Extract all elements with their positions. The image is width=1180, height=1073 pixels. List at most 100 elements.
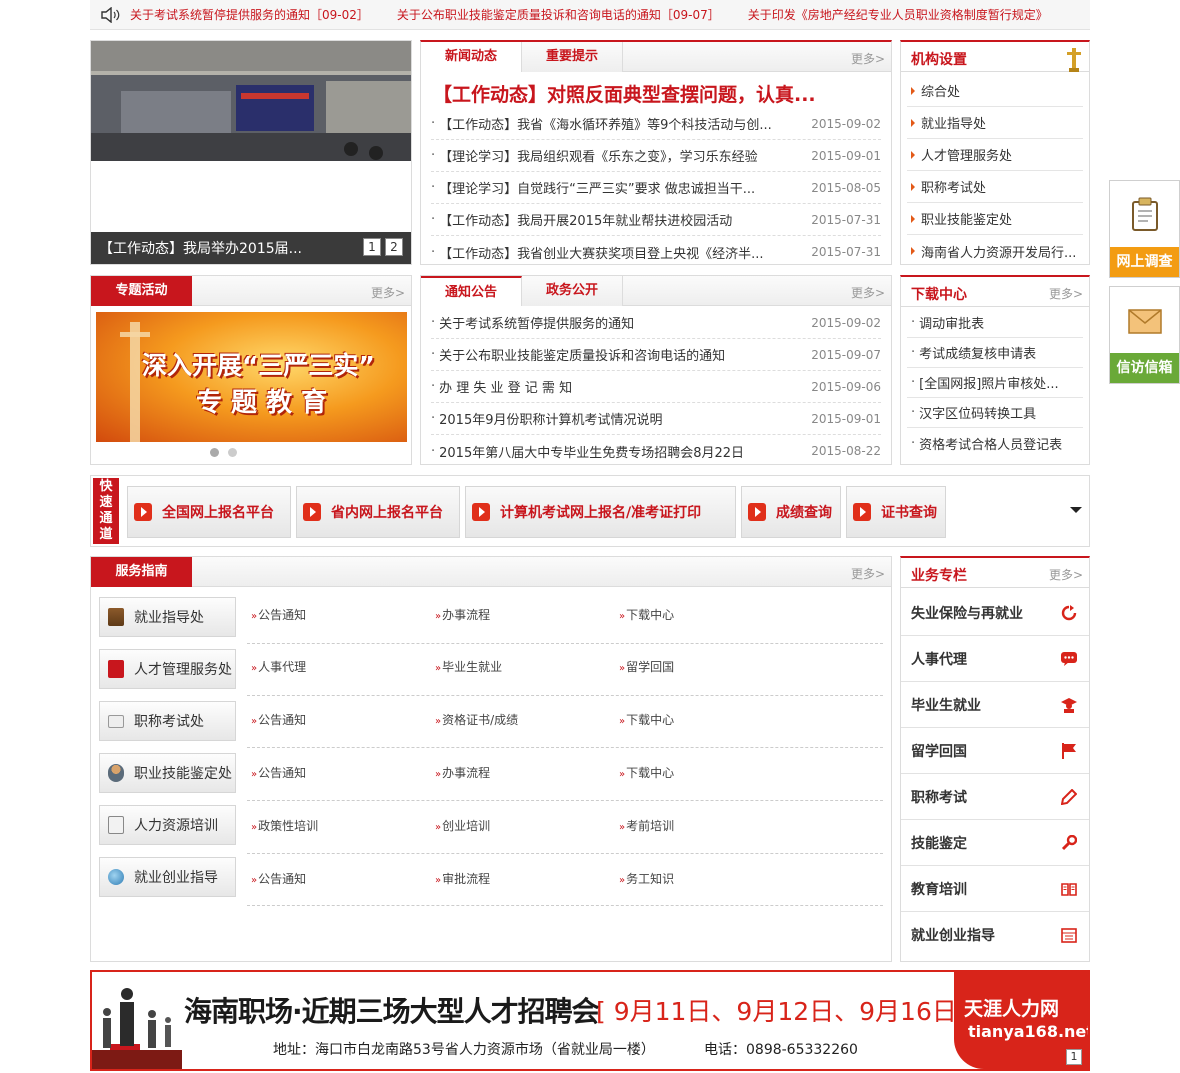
org-item[interactable]: 人才管理服务处 — [907, 139, 1083, 171]
slider-page-2[interactable]: 2 — [385, 238, 403, 256]
notice-title[interactable]: 办 理 失 业 登 记 需 知 — [439, 377, 801, 396]
guide-link-label[interactable]: 公告通知 — [258, 766, 306, 780]
guide-link-label[interactable]: 务工知识 — [626, 872, 674, 886]
quick-button-certificate[interactable]: 证书查询 — [846, 486, 946, 538]
download-item[interactable]: · 考试成绩复核申请表 — [907, 338, 1083, 368]
download-item-label[interactable]: 调动审批表 — [919, 313, 1083, 332]
guide-link-label[interactable]: 毕业生就业 — [442, 660, 502, 674]
business-more-link[interactable]: 更多> — [1049, 566, 1083, 583]
org-item-label[interactable]: 职业技能鉴定处 — [921, 209, 1083, 228]
marquee-item[interactable]: 关于印发《房地产经纪专业人员职业资格制度暂行规定》 — [748, 6, 1048, 23]
job-fair-banner[interactable]: 海南职场·近期三场大型人才招聘会 [ 9月11日、9月12日、9月16日 ] 地… — [90, 970, 1090, 1071]
news-title[interactable]: 【理论学习】自觉践行“三严三实”要求 做忠诚担当干... — [439, 178, 801, 197]
tab-important[interactable]: 重要提示 — [522, 42, 623, 72]
photo-slider[interactable]: 【工作动态】我局举办2015届... 1 2 — [90, 40, 412, 265]
business-item[interactable]: 教育培训 — [901, 866, 1089, 912]
news-title[interactable]: 【工作动态】我省创业大赛获奖项目登上央视《经济半... — [439, 243, 801, 262]
notice-item[interactable]: · 关于考试系统暂停提供服务的通知 2015-09-02 — [431, 307, 881, 339]
download-item[interactable]: · [全国网报]照片审核处... — [907, 368, 1083, 398]
expand-arrow-icon[interactable] — [1070, 507, 1082, 513]
notice-item[interactable]: · 2015年9月份职称计算机考试情况说明 2015-09-01 — [431, 403, 881, 435]
business-item[interactable]: 职称考试 — [901, 774, 1089, 820]
guide-title[interactable]: 服务指南 — [91, 557, 192, 587]
guide-training[interactable]: 人力资源培训 — [99, 805, 236, 845]
org-item-label[interactable]: 人才管理服务处 — [921, 145, 1083, 164]
guide-link-label[interactable]: 考前培训 — [626, 819, 674, 833]
guide-link[interactable]: »公告通知 — [251, 764, 306, 781]
org-item-label[interactable]: 职称考试处 — [921, 177, 1083, 196]
quick-button-scores[interactable]: 成绩查询 — [741, 486, 841, 538]
org-item[interactable]: 海南省人力资源开发局行... — [907, 235, 1083, 267]
notice-item[interactable]: · 关于公布职业技能鉴定质量投诉和咨询电话的通知 2015-09-07 — [431, 339, 881, 371]
guide-link-label[interactable]: 公告通知 — [258, 713, 306, 727]
guide-link-label[interactable]: 创业培训 — [442, 819, 490, 833]
org-item-label[interactable]: 就业指导处 — [921, 113, 1083, 132]
news-headline[interactable]: 【工作动态】对照反面典型查摆问题，认真... — [433, 80, 816, 107]
news-item[interactable]: · 【工作动态】我省《海水循环养殖》等9个科技活动与创... 2015-09-02 — [431, 108, 881, 140]
download-item[interactable]: · 资格考试合格人员登记表 — [907, 428, 1083, 458]
marquee-item[interactable]: 关于考试系统暂停提供服务的通知［09-02］ — [130, 6, 369, 23]
news-item[interactable]: · 【理论学习】我局组织观看《乐东之变》，学习乐东经验 2015-09-01 — [431, 140, 881, 172]
guide-link[interactable]: »政策性培训 — [251, 817, 318, 834]
guide-link-label[interactable]: 下载中心 — [626, 766, 674, 780]
guide-link[interactable]: »下载中心 — [619, 764, 674, 781]
news-item[interactable]: · 【工作动态】我局开展2015年就业帮扶进校园活动 2015-07-31 — [431, 204, 881, 236]
download-item[interactable]: · 调动审批表 — [907, 308, 1083, 338]
notice-title[interactable]: 关于考试系统暂停提供服务的通知 — [439, 313, 801, 332]
guide-link[interactable]: »毕业生就业 — [435, 658, 502, 675]
guide-link[interactable]: »公告通知 — [251, 711, 306, 728]
org-item[interactable]: 综合处 — [907, 75, 1083, 107]
tab-news[interactable]: 新闻动态 — [421, 42, 522, 72]
carousel-dot[interactable] — [228, 448, 237, 457]
tab-notices[interactable]: 通知公告 — [421, 276, 522, 306]
guide-link[interactable]: »资格证书/成绩 — [435, 711, 518, 728]
business-item[interactable]: 留学回国 — [901, 728, 1089, 774]
notice-item[interactable]: · 2015年第八届大中专毕业生免费专场招聘会8月22日 2015-08-22 — [431, 435, 881, 467]
guide-link-label[interactable]: 审批流程 — [442, 872, 490, 886]
quick-button-national[interactable]: 全国网上报名平台 — [127, 486, 291, 538]
guide-link-label[interactable]: 办事流程 — [442, 608, 490, 622]
special-title[interactable]: 专题活动 — [91, 276, 192, 306]
news-item[interactable]: · 【工作动态】我省创业大赛获奖项目登上央视《经济半... 2015-07-31 — [431, 236, 881, 268]
guide-link[interactable]: »下载中心 — [619, 711, 674, 728]
guide-talent[interactable]: 人才管理服务处 — [99, 649, 236, 689]
guide-link-label[interactable]: 公告通知 — [258, 608, 306, 622]
business-item[interactable]: 失业保险与再就业 — [901, 590, 1089, 636]
guide-link-label[interactable]: 人事代理 — [258, 660, 306, 674]
news-title[interactable]: 【工作动态】我局开展2015年就业帮扶进校园活动 — [439, 210, 801, 229]
guide-link-label[interactable]: 办事流程 — [442, 766, 490, 780]
notice-title[interactable]: 2015年第八届大中专毕业生免费专场招聘会8月22日 — [439, 442, 801, 461]
guide-link[interactable]: »审批流程 — [435, 870, 490, 887]
download-more-link[interactable]: 更多> — [1049, 285, 1083, 302]
guide-link-label[interactable]: 公告通知 — [258, 872, 306, 886]
guide-title-exam[interactable]: 职称考试处 — [99, 701, 236, 741]
guide-link[interactable]: »考前培训 — [619, 817, 674, 834]
slider-caption[interactable]: 【工作动态】我局举办2015届... — [99, 238, 302, 258]
guide-skills[interactable]: 职业技能鉴定处 — [99, 753, 236, 793]
tab-government[interactable]: 政务公开 — [522, 276, 623, 306]
notice-title[interactable]: 2015年9月份职称计算机考试情况说明 — [439, 409, 801, 428]
org-item[interactable]: 职称考试处 — [907, 171, 1083, 203]
guide-link[interactable]: »公告通知 — [251, 870, 306, 887]
guide-link[interactable]: »创业培训 — [435, 817, 490, 834]
guide-link-label[interactable]: 下载中心 — [626, 713, 674, 727]
guide-more-link[interactable]: 更多> — [851, 565, 885, 582]
special-more-link[interactable]: 更多> — [371, 284, 405, 301]
download-item-label[interactable]: 资格考试合格人员登记表 — [919, 434, 1083, 453]
download-item[interactable]: · 汉字区位码转换工具 — [907, 398, 1083, 428]
org-item-label[interactable]: 海南省人力资源开发局行... — [921, 242, 1083, 261]
org-item-label[interactable]: 综合处 — [921, 81, 1083, 100]
business-item[interactable]: 毕业生就业 — [901, 682, 1089, 728]
banner-page-indicator[interactable]: 1 — [1066, 1049, 1082, 1065]
guide-link-label[interactable]: 下载中心 — [626, 608, 674, 622]
guide-entrepreneurship[interactable]: 就业创业指导 — [99, 857, 236, 897]
petition-mailbox-button[interactable]: 信访信箱 — [1109, 286, 1180, 384]
notice-title[interactable]: 关于公布职业技能鉴定质量投诉和咨询电话的通知 — [439, 345, 801, 364]
news-item[interactable]: · 【理论学习】自觉践行“三严三实”要求 做忠诚担当干... 2015-08-05 — [431, 172, 881, 204]
news-more-link[interactable]: 更多> — [851, 50, 885, 67]
download-item-label[interactable]: 汉字区位码转换工具 — [919, 403, 1083, 422]
guide-link[interactable]: »办事流程 — [435, 764, 490, 781]
guide-link[interactable]: »留学回国 — [619, 658, 674, 675]
online-survey-button[interactable]: 网上调查 — [1109, 180, 1180, 278]
marquee-item[interactable]: 关于公布职业技能鉴定质量投诉和咨询电话的通知［09-07］ — [397, 6, 720, 23]
